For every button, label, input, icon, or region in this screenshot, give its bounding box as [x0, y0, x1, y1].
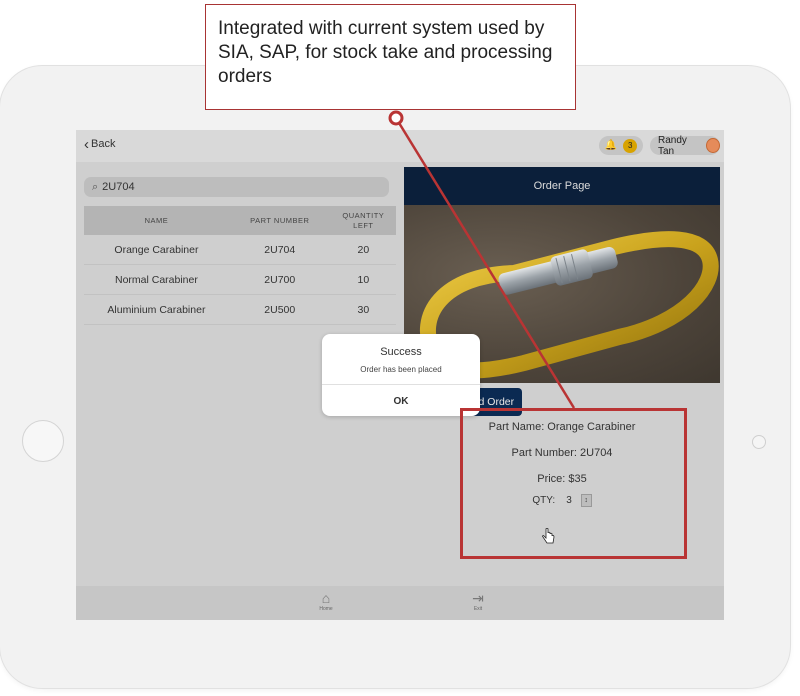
highlight-box — [460, 408, 687, 559]
annotation-callout: Integrated with current system used by S… — [205, 4, 576, 110]
hand-cursor-icon — [542, 528, 555, 544]
